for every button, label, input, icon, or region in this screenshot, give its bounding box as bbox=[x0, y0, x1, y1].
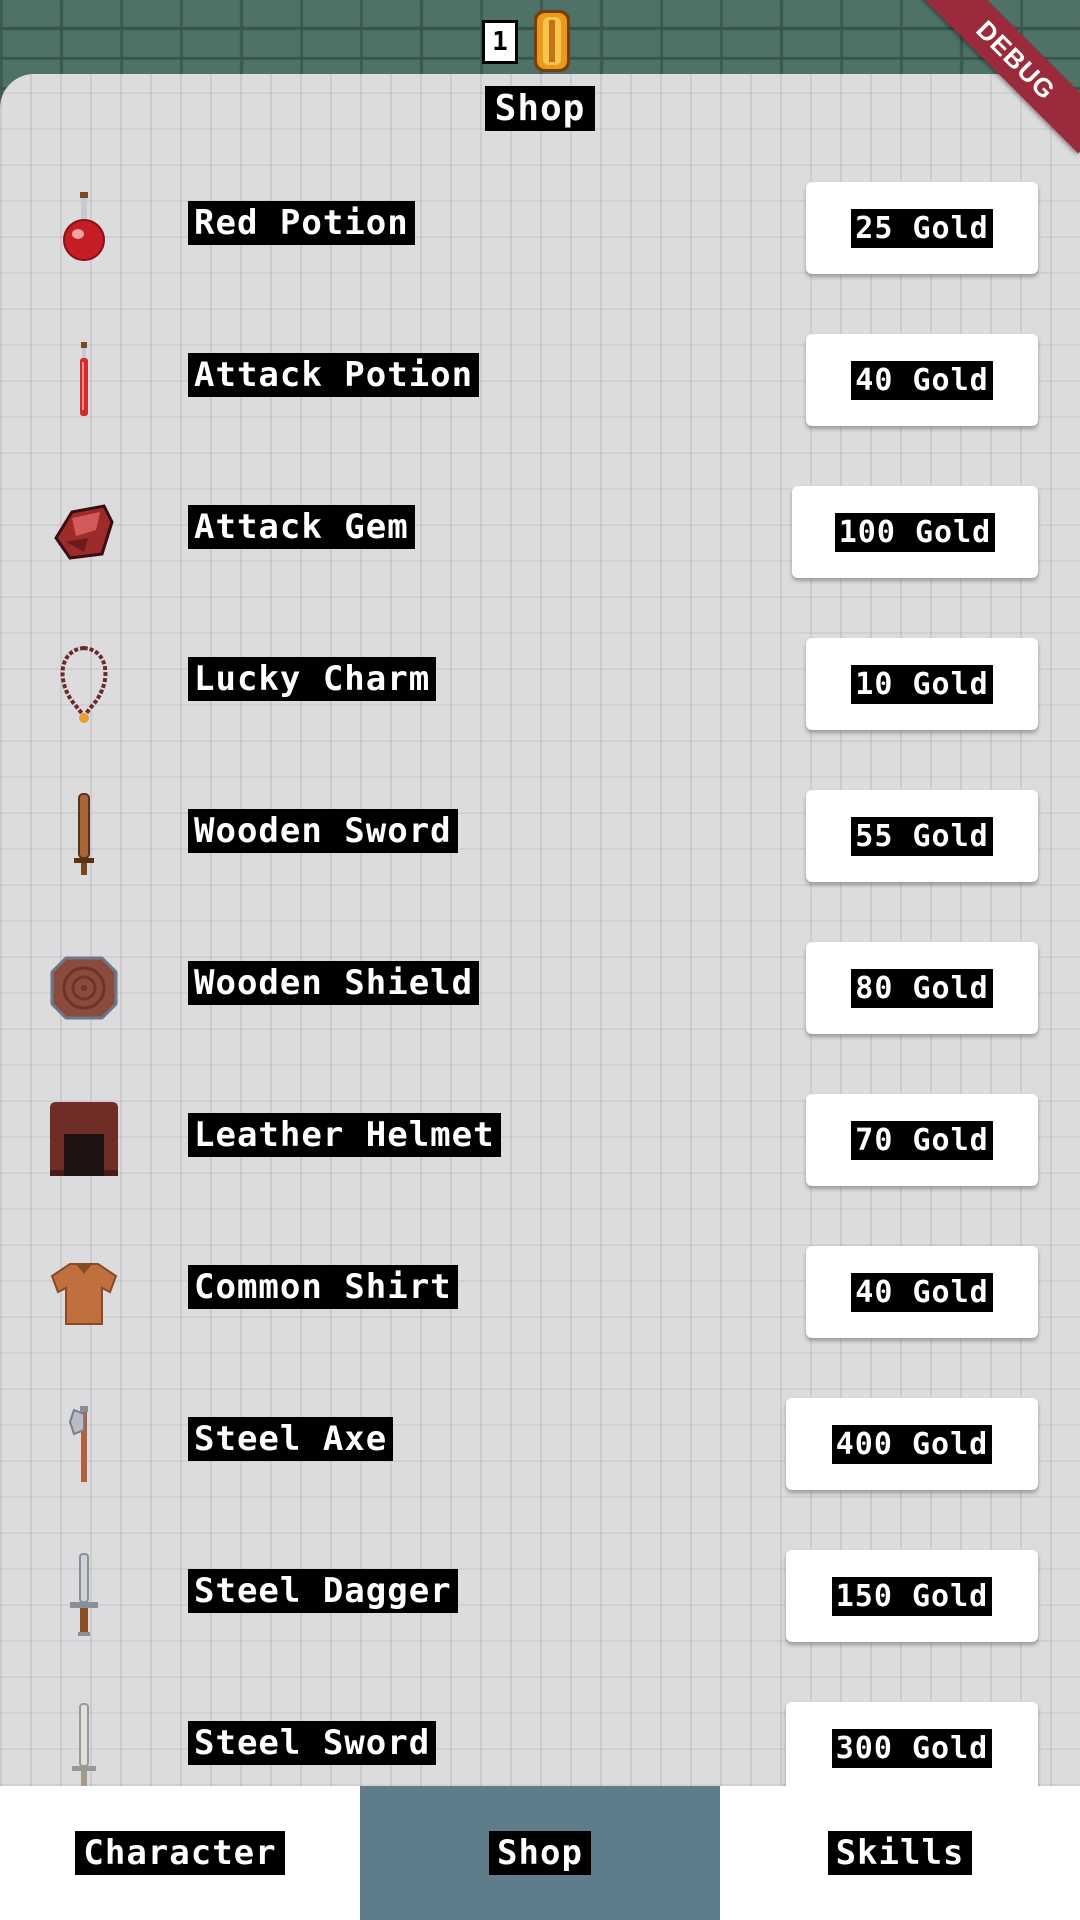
common-shirt-icon bbox=[50, 1263, 118, 1325]
bottom-nav: Character Shop Skills bbox=[0, 1786, 1080, 1920]
item-name: Common Shirt bbox=[188, 1264, 458, 1310]
shop-item-common-shirt: Common Shirt 40 Gold bbox=[0, 1216, 1080, 1368]
tab-shop[interactable]: Shop bbox=[360, 1786, 720, 1920]
buy-button-leather-helmet[interactable]: 70 Gold bbox=[806, 1094, 1038, 1186]
shop-item-steel-sword: Steel Sword 300 Gold bbox=[0, 1672, 1080, 1786]
buy-button-common-shirt[interactable]: 40 Gold bbox=[806, 1246, 1038, 1338]
shop-item-leather-helmet: Leather Helmet 70 Gold bbox=[0, 1064, 1080, 1216]
buy-button-attack-potion[interactable]: 40 Gold bbox=[806, 334, 1038, 426]
buy-button-steel-sword[interactable]: 300 Gold bbox=[786, 1702, 1038, 1786]
item-name: Leather Helmet bbox=[188, 1112, 501, 1158]
item-name: Red Potion bbox=[188, 200, 415, 246]
buy-button-wooden-shield[interactable]: 80 Gold bbox=[806, 942, 1038, 1034]
shop-item-attack-potion: Attack Potion 40 Gold bbox=[0, 304, 1080, 456]
leather-helmet-icon bbox=[50, 1102, 118, 1176]
item-name: Steel Dagger bbox=[188, 1568, 458, 1614]
item-name: Wooden Shield bbox=[188, 960, 480, 1006]
buy-button-steel-dagger[interactable]: 150 Gold bbox=[786, 1550, 1038, 1642]
shop-item-wooden-shield: Wooden Shield 80 Gold bbox=[0, 912, 1080, 1064]
red-potion-icon bbox=[63, 192, 105, 261]
buy-button-steel-axe[interactable]: 400 Gold bbox=[786, 1398, 1038, 1490]
gold-coin-icon bbox=[534, 10, 570, 72]
tab-skills[interactable]: Skills bbox=[720, 1786, 1080, 1920]
buy-button-wooden-sword[interactable]: 55 Gold bbox=[806, 790, 1038, 882]
shop-item-steel-dagger: Steel Dagger 150 Gold bbox=[0, 1520, 1080, 1672]
steel-sword-icon bbox=[72, 1703, 96, 1786]
shop-item-red-potion: Red Potion 25 Gold bbox=[0, 152, 1080, 304]
buy-button-lucky-charm[interactable]: 10 Gold bbox=[806, 638, 1038, 730]
shop-item-lucky-charm: Lucky Charm 10 Gold bbox=[0, 608, 1080, 760]
gold-count: 1 bbox=[482, 20, 518, 64]
item-name: Lucky Charm bbox=[188, 656, 437, 702]
item-name: Steel Axe bbox=[188, 1416, 394, 1462]
wooden-shield-icon bbox=[50, 956, 118, 1020]
buy-button-red-potion[interactable]: 25 Gold bbox=[806, 182, 1038, 274]
shop-item-attack-gem: Attack Gem 100 Gold bbox=[0, 456, 1080, 608]
item-name: Wooden Sword bbox=[188, 808, 458, 854]
shop-item-steel-axe: Steel Axe 400 Gold bbox=[0, 1368, 1080, 1520]
shop-panel: Shop Red Potion 25 Gold Attack Potion 40… bbox=[0, 74, 1080, 1786]
page-title: Shop bbox=[0, 86, 1080, 131]
item-name: Attack Gem bbox=[188, 504, 415, 550]
lucky-charm-icon bbox=[60, 645, 108, 723]
wooden-sword-icon bbox=[74, 793, 94, 875]
tab-character[interactable]: Character bbox=[0, 1786, 360, 1920]
buy-button-attack-gem[interactable]: 100 Gold bbox=[792, 486, 1038, 578]
top-hud: 1 bbox=[0, 0, 1080, 74]
shop-item-wooden-sword: Wooden Sword 55 Gold bbox=[0, 760, 1080, 912]
item-name: Attack Potion bbox=[188, 352, 480, 398]
attack-potion-icon bbox=[80, 342, 88, 416]
attack-gem-icon bbox=[54, 504, 114, 560]
steel-dagger-icon bbox=[70, 1553, 98, 1636]
steel-axe-icon bbox=[68, 1406, 88, 1482]
item-name: Steel Sword bbox=[188, 1720, 437, 1766]
